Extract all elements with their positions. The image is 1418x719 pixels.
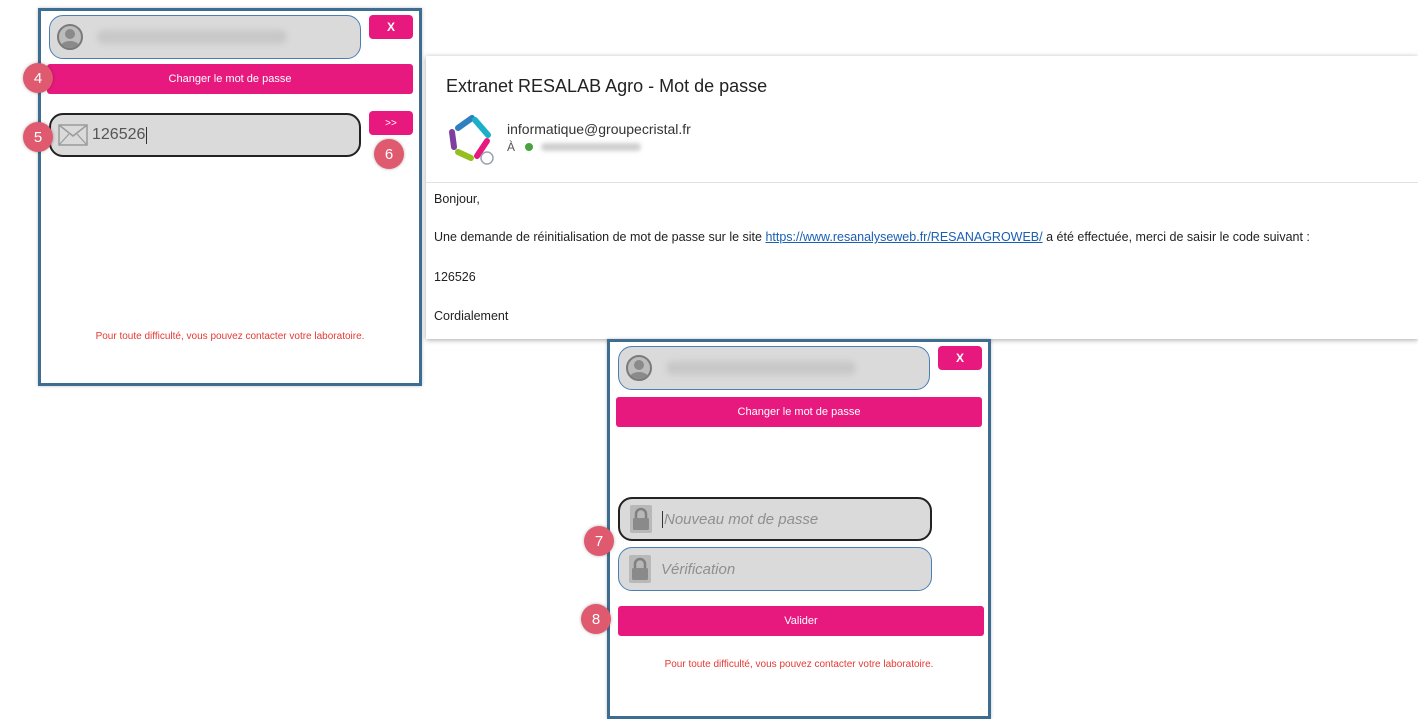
verification-input[interactable]: Vérification bbox=[618, 547, 932, 591]
username-field[interactable] bbox=[49, 15, 361, 59]
code-value: 126526 bbox=[92, 126, 146, 143]
step-badge-7: 7 bbox=[584, 526, 614, 556]
username-redacted bbox=[97, 30, 287, 44]
site-link[interactable]: https://www.resanalyseweb.fr/RESANAGROWE… bbox=[765, 230, 1042, 244]
email-header: Extranet RESALAB Agro - Mot de passe inf… bbox=[426, 56, 1418, 183]
email-recipients: À bbox=[507, 140, 642, 154]
step-badge-6: 6 bbox=[374, 139, 404, 169]
new-password-panel: X Changer le mot de passe Nouveau mot de… bbox=[607, 339, 991, 719]
lock-icon bbox=[630, 505, 652, 533]
close-button[interactable]: X bbox=[938, 346, 982, 370]
text-caret bbox=[146, 126, 148, 144]
email-sender[interactable]: informatique@groupecristal.fr bbox=[507, 121, 691, 137]
validate-button[interactable]: Valider bbox=[618, 606, 984, 636]
lock-icon bbox=[629, 555, 651, 583]
user-avatar-icon bbox=[57, 24, 83, 50]
email-greeting: Bonjour, bbox=[434, 192, 480, 206]
message-after-link: a été effectuée, merci de saisir le code… bbox=[1046, 230, 1310, 244]
sender-logo-icon bbox=[449, 115, 494, 165]
new-password-input[interactable]: Nouveau mot de passe bbox=[618, 497, 932, 541]
change-password-button[interactable]: Changer le mot de passe bbox=[47, 64, 413, 94]
recipient-redacted bbox=[541, 143, 642, 151]
to-label: À bbox=[507, 140, 516, 154]
verified-check-icon bbox=[525, 143, 534, 151]
user-avatar-icon bbox=[626, 355, 652, 381]
code-input[interactable]: 126526 bbox=[49, 113, 361, 157]
support-note: Pour toute difficulté, vous pouvez conta… bbox=[95, 331, 365, 342]
step-badge-4: 4 bbox=[23, 63, 53, 93]
new-password-placeholder: Nouveau mot de passe bbox=[664, 510, 819, 528]
text-caret bbox=[662, 510, 663, 528]
change-password-button[interactable]: Changer le mot de passe bbox=[616, 397, 982, 427]
email-subject: Extranet RESALAB Agro - Mot de passe bbox=[446, 76, 768, 96]
reset-email: Extranet RESALAB Agro - Mot de passe inf… bbox=[426, 56, 1418, 339]
close-button[interactable]: X bbox=[369, 15, 413, 39]
email-closing: Cordialement bbox=[434, 309, 509, 323]
username-redacted bbox=[666, 361, 856, 375]
verification-placeholder: Vérification bbox=[661, 560, 736, 578]
support-note: Pour toute difficulté, vous pouvez conta… bbox=[664, 659, 934, 670]
next-button[interactable]: >> bbox=[369, 111, 413, 135]
message-before-link: Une demande de réinitialisation de mot d… bbox=[434, 230, 762, 244]
email-message: Une demande de réinitialisation de mot d… bbox=[434, 230, 1310, 244]
envelope-icon bbox=[58, 124, 88, 146]
email-code: 126526 bbox=[434, 270, 476, 284]
step-badge-5: 5 bbox=[23, 122, 53, 152]
username-field[interactable] bbox=[618, 346, 930, 390]
step-badge-8: 8 bbox=[581, 604, 611, 634]
reset-code-panel: X Changer le mot de passe 126526 >> Pour… bbox=[38, 8, 422, 386]
